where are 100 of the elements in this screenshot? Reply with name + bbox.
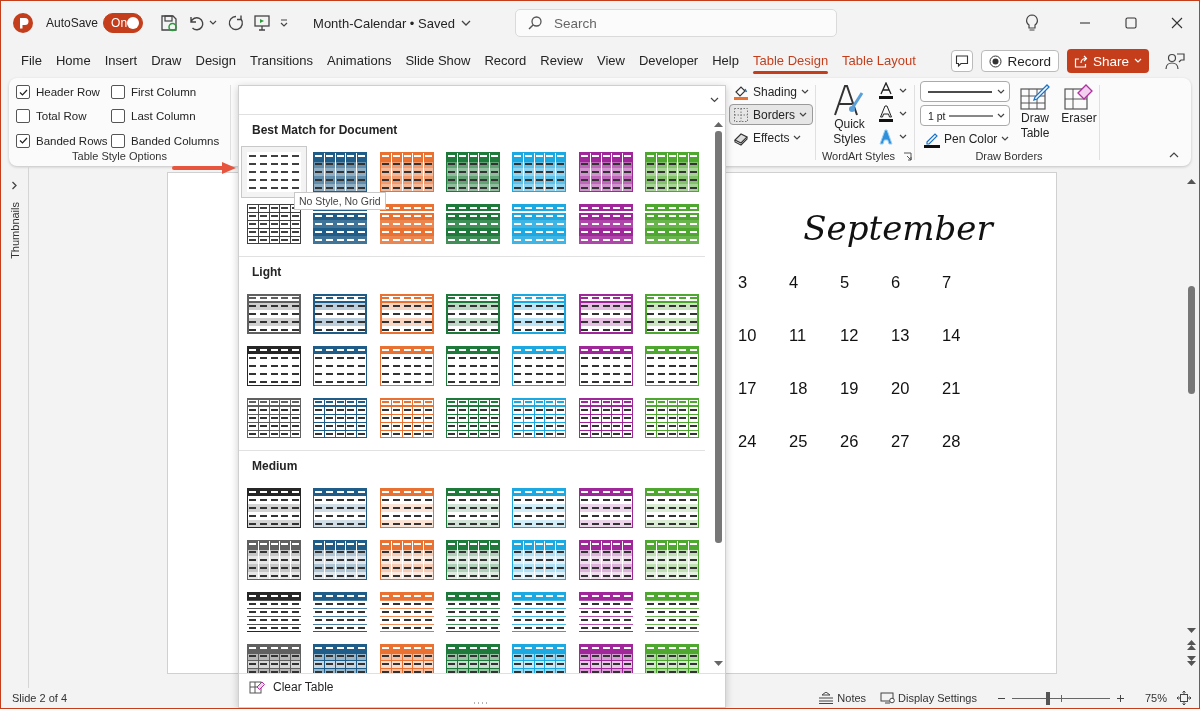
- dropdown-button[interactable]: Borders: [729, 104, 814, 125]
- presenter-icon[interactable]: [253, 14, 272, 32]
- checkbox[interactable]: [16, 109, 30, 124]
- dropdown-button[interactable]: Effects: [729, 127, 808, 148]
- zoom-in-icon[interactable]: [1115, 693, 1125, 703]
- redo-icon[interactable]: [227, 14, 246, 32]
- checkbox-label[interactable]: Banded Columns: [131, 134, 220, 147]
- ribbon-tab[interactable]: View: [590, 47, 632, 75]
- undo-icon[interactable]: [187, 14, 206, 32]
- share-button[interactable]: Share: [1066, 49, 1149, 73]
- calendar-day: 20: [891, 379, 942, 432]
- checkbox-label[interactable]: Banded Rows: [36, 134, 108, 147]
- calendar-day: 3: [738, 273, 789, 326]
- checkbox[interactable]: [16, 85, 30, 100]
- pen-color-button[interactable]: Pen Color: [920, 129, 1010, 149]
- ribbon-tab[interactable]: Animations: [320, 47, 399, 75]
- chevron-right-icon[interactable]: [11, 181, 18, 190]
- outlined-letter-icon: [877, 105, 894, 122]
- scrollbar-thumb[interactable]: [714, 131, 722, 543]
- checkbox[interactable]: [111, 85, 125, 100]
- ribbon-tab[interactable]: Transitions: [242, 47, 321, 75]
- calendar-month-title: September: [802, 207, 996, 250]
- dropdown-button[interactable]: Shading: [729, 81, 816, 102]
- chevron-down-icon[interactable]: [460, 19, 471, 27]
- calendar-day: 13: [891, 326, 942, 379]
- document-title[interactable]: Month-Calendar • Saved: [313, 15, 455, 31]
- fit-to-window-icon[interactable]: [1177, 691, 1191, 705]
- ribbon-tab[interactable]: Table Layout: [835, 47, 923, 75]
- line-weight-dropdown[interactable]: 1 pt: [920, 105, 1010, 126]
- checkbox[interactable]: [16, 133, 30, 148]
- close-icon[interactable]: [1171, 17, 1183, 29]
- line-style-dropdown[interactable]: [920, 81, 1010, 102]
- ribbon-tab[interactable]: Help: [705, 47, 746, 75]
- checkbox[interactable]: [111, 133, 125, 148]
- scroll-up-icon[interactable]: [713, 121, 723, 127]
- calendar-day: 11: [789, 326, 840, 379]
- autosave-toggle[interactable]: On: [103, 13, 144, 33]
- chevron-down-icon[interactable]: [710, 97, 719, 103]
- monitor-icon: [880, 692, 896, 704]
- scroll-up-icon[interactable]: [1186, 178, 1196, 184]
- person-icon[interactable]: [1165, 52, 1185, 70]
- checkbox-label[interactable]: Total Row: [36, 110, 87, 123]
- save-icon[interactable]: [159, 13, 180, 33]
- ribbon-tab[interactable]: Record: [477, 47, 534, 75]
- ribbon-tab[interactable]: Home: [48, 47, 98, 75]
- calendar-day: 25: [789, 432, 840, 485]
- record-button[interactable]: Record: [981, 50, 1059, 72]
- draw-table-button[interactable]: Draw Table: [1016, 81, 1054, 150]
- calendar-day: 26: [840, 432, 891, 485]
- text-outline-button[interactable]: [877, 104, 907, 123]
- ribbon-tab[interactable]: File: [14, 47, 49, 75]
- caret-icon: [799, 111, 808, 118]
- caret-icon: [997, 88, 1005, 95]
- maximize-icon[interactable]: [1125, 17, 1137, 29]
- quick-styles-button[interactable]: Quick Styles: [827, 81, 872, 150]
- eraser-button[interactable]: Eraser: [1060, 81, 1098, 150]
- ribbon-tab[interactable]: Review: [533, 47, 590, 75]
- checkbox-label[interactable]: Header Row: [36, 86, 100, 99]
- display-settings-button[interactable]: Display Settings: [880, 692, 977, 704]
- tooltip: No Style, No Grid: [294, 192, 386, 210]
- comments-button[interactable]: [951, 50, 974, 72]
- scrollbar-thumb[interactable]: [1187, 286, 1195, 394]
- ribbon-tab[interactable]: Table Design: [745, 47, 836, 75]
- caret-icon: [898, 87, 907, 94]
- ribbon-tab[interactable]: Design: [188, 47, 243, 75]
- ribbon-tab[interactable]: Slide Show: [398, 47, 478, 75]
- gallery-section-heading: Best Match for Document: [251, 122, 399, 139]
- lightbulb-icon[interactable]: [1025, 14, 1039, 32]
- zoom-level[interactable]: 75%: [1144, 692, 1167, 704]
- scroll-down-icon[interactable]: [713, 661, 723, 667]
- borders-icon: [733, 106, 749, 123]
- caret-icon[interactable]: [209, 20, 218, 26]
- customize-menu-icon[interactable]: [279, 18, 290, 28]
- previous-slide-icon[interactable]: [1186, 640, 1196, 650]
- app-logo-icon: [13, 13, 33, 33]
- scroll-down-icon[interactable]: [1186, 628, 1196, 634]
- clear-table-button[interactable]: Clear Table: [249, 679, 334, 694]
- calendar-day: 18: [789, 379, 840, 432]
- search-field[interactable]: Search: [514, 9, 837, 37]
- checkbox-label[interactable]: Last Column: [131, 110, 196, 123]
- letter-underline-icon: [877, 82, 894, 99]
- ribbon-tab[interactable]: Insert: [97, 47, 145, 75]
- gallery-section-heading: Medium: [251, 458, 299, 475]
- zoom-slider-thumb[interactable]: [1046, 691, 1051, 705]
- notes-button[interactable]: Notes: [818, 692, 867, 704]
- calendar-day: 19: [840, 379, 891, 432]
- thumbnails-label[interactable]: Thumbnails: [8, 202, 21, 259]
- calendar-day: 27: [891, 432, 942, 485]
- thin-line-icon: [949, 113, 994, 118]
- next-slide-icon[interactable]: [1186, 656, 1196, 666]
- calendar-day: 10: [738, 326, 789, 379]
- checkbox-label[interactable]: First Column: [131, 86, 197, 99]
- ribbon-tab[interactable]: Draw: [144, 47, 189, 75]
- text-fill-button[interactable]: [877, 81, 907, 100]
- checkbox[interactable]: [111, 109, 125, 124]
- calendar-day: 6: [891, 273, 942, 326]
- collapse-ribbon-icon[interactable]: [1169, 151, 1179, 158]
- dialog-launcher-icon[interactable]: [903, 151, 913, 161]
- calendar-day: 14: [942, 326, 993, 379]
- ribbon-tab[interactable]: Developer: [631, 47, 706, 75]
